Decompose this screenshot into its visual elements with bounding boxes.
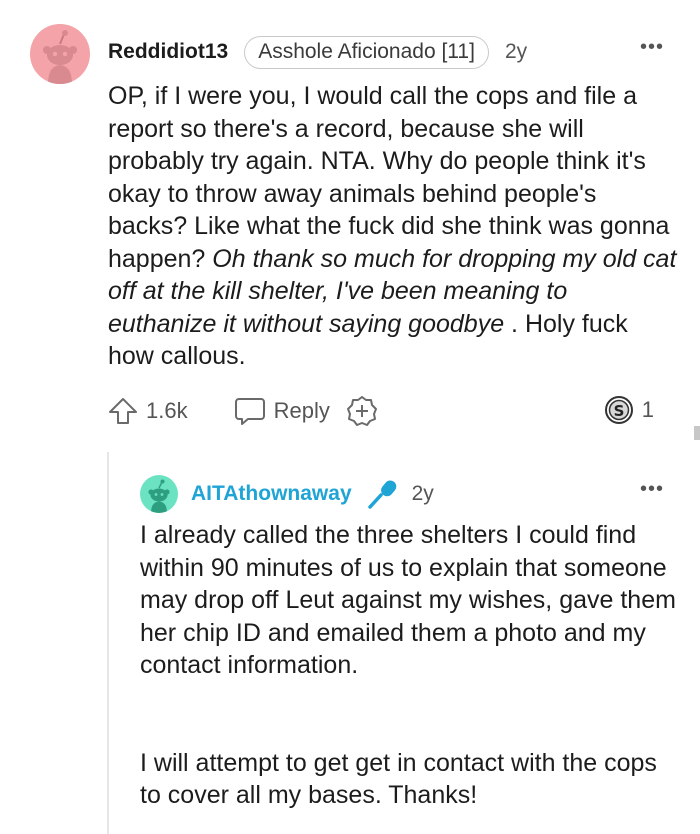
op-username[interactable]: AITAthownaway bbox=[191, 482, 352, 506]
upvote-arrow-icon bbox=[109, 398, 137, 424]
upvote-count: 1.6k bbox=[146, 398, 188, 423]
reply-paragraph: I will attempt to get get in contact wit… bbox=[140, 748, 657, 810]
award-count-number: 1 bbox=[641, 397, 654, 422]
reply-label: Reply bbox=[273, 398, 330, 423]
award-count[interactable]: S 1 bbox=[604, 394, 654, 426]
scrollbar[interactable] bbox=[694, 426, 700, 440]
reply-paragraph: I already called the three shelters I co… bbox=[140, 521, 676, 679]
username[interactable]: Reddidiot13 bbox=[108, 40, 228, 64]
comment-actions: 1.6k Reply bbox=[108, 394, 668, 428]
reply-button[interactable]: Reply bbox=[234, 396, 330, 426]
reply-body: I already called the three shelters I co… bbox=[140, 519, 680, 812]
timestamp: 2y bbox=[411, 482, 434, 505]
microphone-icon bbox=[366, 478, 400, 510]
user-flair: Asshole Aficionado [11] bbox=[244, 35, 489, 69]
avatar[interactable] bbox=[30, 24, 90, 84]
snoo-avatar-icon bbox=[148, 479, 170, 513]
reply-avatar[interactable] bbox=[140, 475, 178, 513]
snoo-avatar-icon bbox=[43, 30, 77, 84]
more-options-button[interactable]: ••• bbox=[640, 36, 664, 59]
thread-line[interactable] bbox=[107, 452, 109, 834]
upvote-button[interactable]: 1.6k bbox=[108, 397, 188, 425]
timestamp: 2y bbox=[504, 40, 528, 63]
reply-header: AITAthownaway 2y bbox=[191, 476, 434, 512]
comment-body: OP, if I were you, I would call the cops… bbox=[108, 80, 678, 373]
comment-header: Reddidiot13 Asshole Aficionado [11] 2y bbox=[108, 34, 527, 70]
more-options-button[interactable]: ••• bbox=[640, 478, 664, 501]
award-plus-icon bbox=[346, 396, 377, 426]
svg-text:S: S bbox=[613, 402, 624, 420]
award-badge-icon: S bbox=[604, 396, 633, 424]
speech-bubble-icon bbox=[234, 398, 265, 425]
give-award-button[interactable] bbox=[346, 395, 378, 427]
